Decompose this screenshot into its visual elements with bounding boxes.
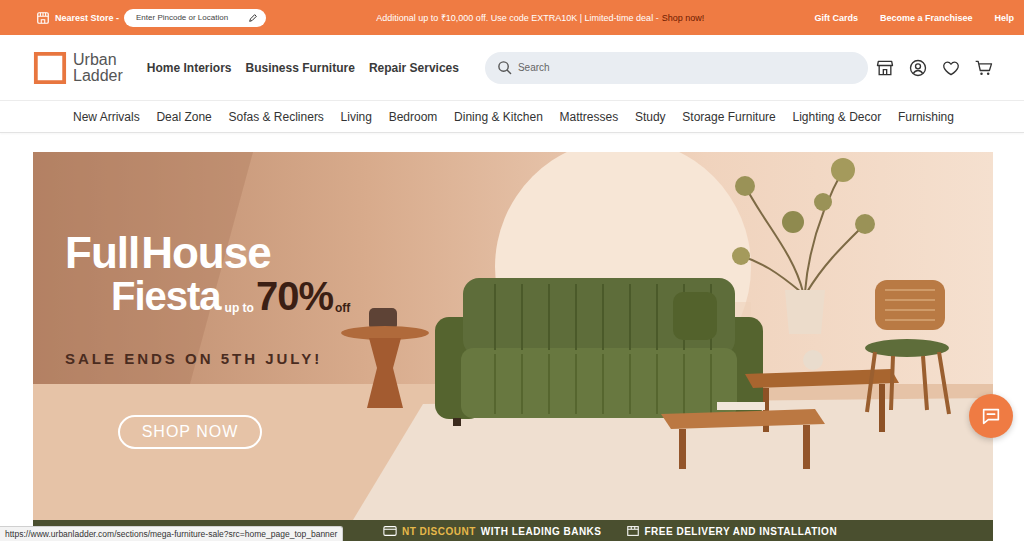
top-link[interactable]: Help [994, 13, 1014, 23]
header: UrbanLadder Home Interiors Business Furnit… [0, 35, 1024, 100]
account-icon[interactable] [908, 58, 928, 78]
chat-icon [980, 405, 1002, 427]
category-item[interactable]: Bedroom [389, 110, 438, 124]
category-item[interactable]: Furnishing [898, 110, 954, 124]
pincode-placeholder: Enter Pincode or Location [136, 13, 228, 22]
discount-value: 70% [256, 276, 333, 316]
category-item[interactable]: Mattresses [560, 110, 619, 124]
banner-image: FullHouseFiesta up to70%off SALE ENDS ON 5… [33, 152, 993, 520]
category-item[interactable]: Lighting & Decor [792, 110, 881, 124]
nearest-store: Nearest Store - Enter Pincode or Location [36, 9, 266, 27]
living-room-scene-icon [33, 152, 993, 520]
hero-subtitle-text: Fiesta [111, 276, 221, 316]
top-link[interactable]: Become a Franchisee [880, 13, 973, 23]
nav-item[interactable]: Home Interiors [147, 61, 232, 75]
hero-title-word: Full [65, 230, 139, 276]
offer-item: NT DISCOUNT WITH LEADING BANKS [383, 524, 602, 538]
category-item[interactable]: Study [635, 110, 666, 124]
discount-suffix: off [335, 302, 350, 314]
category-item[interactable]: Living [341, 110, 372, 124]
chat-button[interactable] [969, 394, 1013, 438]
hero-title: FullHouse [65, 230, 271, 276]
category-item[interactable]: Storage Furniture [682, 110, 775, 124]
header-icons [875, 58, 994, 78]
main-nav: Home Interiors Business Furniture Repair S… [147, 61, 459, 75]
delivery-box-icon [626, 524, 640, 538]
offer-item: FREE DELIVERY AND INSTALLATION [626, 524, 838, 538]
offer-text: FREE DELIVERY AND INSTALLATION [645, 526, 838, 537]
offer-text: WITH LEADING BANKS [481, 526, 602, 537]
offer-highlight: NT DISCOUNT [402, 526, 476, 537]
category-item[interactable]: Deal Zone [156, 110, 211, 124]
promo-text: Additional up to ₹10,000 off. Use code E… [376, 13, 658, 23]
hero-banner[interactable]: FullHouseFiesta up to70%off SALE ENDS ON 5… [33, 152, 993, 541]
cart-icon[interactable] [974, 58, 994, 78]
logo-text: UrbanLadder [73, 52, 123, 84]
category-item[interactable]: Sofas & Recliners [229, 110, 324, 124]
category-item[interactable]: Dining & Kitchen [454, 110, 543, 124]
store-icon[interactable] [875, 58, 895, 78]
hero-title-word: House [141, 230, 270, 276]
pincode-field[interactable]: Enter Pincode or Location [124, 9, 266, 27]
pencil-icon[interactable] [248, 13, 258, 23]
search-field[interactable]: Search [485, 52, 868, 84]
category-item[interactable]: New Arrivals [73, 110, 140, 124]
logo-word: Ladder [73, 68, 123, 84]
shop-now-button[interactable]: SHOP NOW [118, 415, 262, 449]
nav-item[interactable]: Business Furniture [246, 61, 355, 75]
card-icon [383, 524, 397, 538]
magnifier-icon [497, 60, 512, 75]
status-url-tooltip: https://www.urbanladder.com/sections/meg… [0, 526, 343, 541]
top-links: Gift Cards Become a Franchisee Help [814, 13, 1014, 23]
top-link[interactable]: Gift Cards [814, 13, 858, 23]
sale-note: SALE ENDS ON 5TH JULY! [65, 350, 322, 367]
logo[interactable]: UrbanLadder [33, 51, 123, 85]
page: Nearest Store - Enter Pincode or Location… [0, 0, 1024, 541]
promo-message: Additional up to ₹10,000 off. Use code E… [266, 11, 814, 24]
heart-icon[interactable] [941, 58, 961, 78]
top-bar: Nearest Store - Enter Pincode or Location… [0, 0, 1024, 35]
nav-item[interactable]: Repair Services [369, 61, 459, 75]
search-placeholder: Search [518, 62, 550, 73]
category-bar: New Arrivals Deal Zone Sofas & Recliners Li… [0, 100, 1024, 133]
hero-subtitle: Fiesta up to70%off [111, 276, 350, 316]
banner-content: FullHouseFiesta up to70%off SALE ENDS ON 5… [33, 152, 993, 449]
discount-prefix: up to [225, 302, 254, 314]
store-label: Nearest Store - [55, 13, 119, 23]
logo-mark-icon [33, 51, 67, 85]
promo-link[interactable]: Shop now! [662, 13, 705, 23]
store-icon [36, 11, 50, 25]
logo-word: Urban [73, 52, 123, 68]
